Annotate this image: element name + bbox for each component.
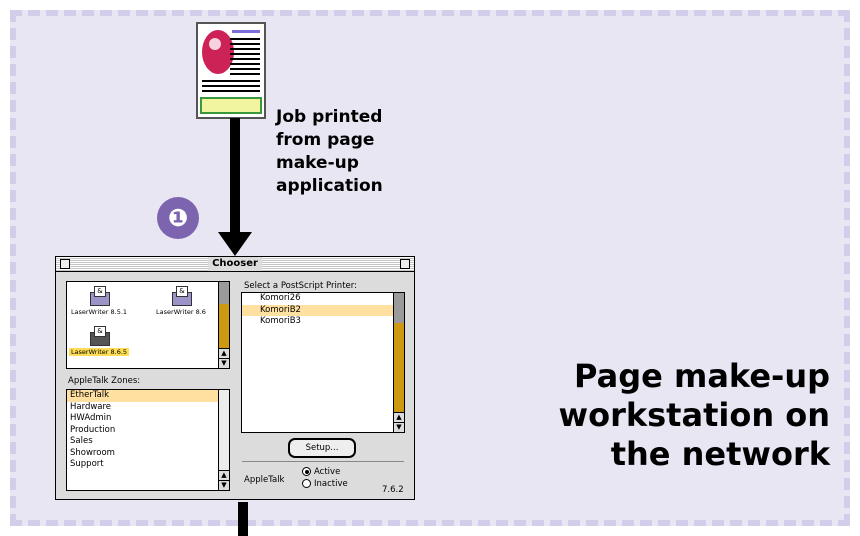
scroll-up-arrow-icon[interactable]: ▲ [219,348,229,358]
setup-button[interactable]: Setup... [288,438,356,458]
radio-empty-icon [302,479,311,488]
divider [242,461,404,462]
close-box[interactable] [60,259,70,269]
printer-list[interactable]: Komori26 KomoriB2 KomoriB3 ▲ ▼ [241,292,405,433]
zone-item[interactable]: Hardware [67,402,229,414]
scroll-thumb[interactable] [219,282,229,304]
zone-item[interactable]: Sales [67,436,229,448]
caption-line: Job printed [276,107,383,127]
zone-item[interactable]: Production [67,425,229,437]
zone-scrollbar[interactable]: ▲ ▼ [218,390,229,490]
scroll-down-arrow-icon[interactable]: ▼ [219,480,229,490]
document-icon [196,22,266,119]
printer-item[interactable]: Komori26 [242,293,404,305]
scroll-up-arrow-icon[interactable]: ▲ [219,470,229,480]
zone-list[interactable]: EtherTalk Hardware HWAdmin Production Sa… [66,389,230,491]
driver-laserwriter-851[interactable]: & LaserWriter 8.5.1 [69,286,129,316]
zone-item[interactable]: Showroom [67,448,229,460]
driver-name: LaserWriter 8.5.1 [70,308,128,316]
workstation-title: Page make-up workstation on the network [500,357,830,474]
driver-list[interactable]: & LaserWriter 8.5.1 & LaserWriter 8.6 & … [66,281,230,369]
zone-item[interactable]: Support [67,459,229,471]
caption-line: application [276,176,383,196]
driver-name: LaserWriter 8.6.5 [69,348,129,356]
job-caption: Job printed from page make-up applicatio… [276,106,436,198]
printer-driver-icon: & [88,326,110,346]
radio-label: Active [314,467,341,477]
title-line: Page make-up [574,357,830,395]
scroll-track[interactable] [394,323,404,412]
appletalk-active-radio[interactable]: Active [302,467,340,477]
flow-arrow-out [238,502,248,536]
radio-selected-icon [302,467,311,476]
zoom-box[interactable] [400,259,410,269]
zone-item[interactable]: EtherTalk [67,390,229,402]
driver-name: LaserWriter 8.6 [156,308,206,316]
printer-scrollbar[interactable]: ▲ ▼ [393,293,404,432]
window-title: Chooser [208,257,262,271]
flow-arrow-shaft [230,118,240,236]
printer-item[interactable]: KomoriB2 [242,304,404,316]
printer-driver-icon: & [88,286,110,306]
zone-item[interactable]: HWAdmin [67,413,229,425]
scroll-down-arrow-icon[interactable]: ▼ [219,358,229,368]
title-line: workstation on [558,396,830,434]
title-line: the network [610,435,830,473]
driver-laserwriter-86[interactable]: & LaserWriter 8.6 [151,286,211,316]
scroll-track[interactable] [219,304,229,348]
radio-label: Inactive [314,479,348,489]
scroll-thumb[interactable] [394,293,404,323]
chooser-window: Chooser & LaserWriter 8.5.1 & LaserWrite… [55,256,415,500]
version-label: 7.6.2 [382,485,404,495]
scroll-up-arrow-icon[interactable]: ▲ [394,412,404,422]
printer-item[interactable]: KomoriB3 [242,316,404,328]
caption-line: make-up [276,153,359,173]
driver-laserwriter-865[interactable]: & LaserWriter 8.6.5 [69,326,129,356]
driver-scrollbar[interactable]: ▲ ▼ [218,282,229,368]
zones-label: AppleTalk Zones: [68,376,141,386]
flow-arrow-head [218,232,252,256]
appletalk-label: AppleTalk [244,475,285,485]
printers-label: Select a PostScript Printer: [244,281,357,291]
appletalk-inactive-radio[interactable]: Inactive [302,479,348,489]
chooser-titlebar[interactable]: Chooser [56,257,414,272]
printer-driver-icon: & [170,286,192,306]
step-badge: ❶ [157,197,199,239]
caption-line: from page [276,130,375,150]
scroll-down-arrow-icon[interactable]: ▼ [394,422,404,432]
